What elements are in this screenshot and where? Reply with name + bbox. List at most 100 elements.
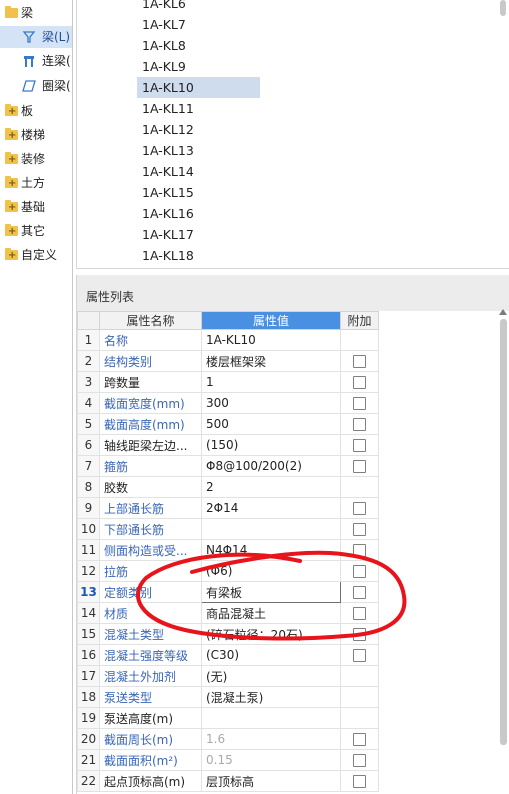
column-header-add[interactable]: 附加 (340, 311, 379, 330)
property-name: 混凝土外加剂 (99, 665, 202, 687)
add-checkbox[interactable] (353, 649, 366, 662)
property-value[interactable]: 2Φ14 (201, 497, 341, 519)
tree-item[interactable]: 装修 (0, 148, 73, 170)
property-row[interactable]: 4 截面宽度(mm) 300 (77, 392, 379, 414)
property-row[interactable]: 5 截面高度(mm) 500 (77, 413, 379, 435)
property-value[interactable]: (150) (201, 434, 341, 456)
property-value[interactable]: 1 (201, 371, 341, 393)
list-item[interactable]: 1A-KL11 (137, 98, 260, 119)
list-item[interactable]: 1A-KL15 (137, 182, 260, 203)
property-value[interactable]: 有梁板 (201, 581, 341, 603)
property-value[interactable]: 300 (201, 392, 341, 414)
list-item[interactable]: 1A-KL7 (137, 14, 260, 35)
list-item[interactable]: 1A-KL14 (137, 161, 260, 182)
property-row[interactable]: 2 结构类别 楼层框架梁 (77, 350, 379, 372)
add-checkbox[interactable] (353, 523, 366, 536)
add-checkbox[interactable] (353, 628, 366, 641)
property-value[interactable]: 层顶标高 (201, 770, 341, 792)
tree-item[interactable]: 梁(L) (0, 26, 73, 48)
property-row[interactable]: 7 箍筋 Φ8@100/200(2) (77, 455, 379, 477)
list-scrollbar[interactable] (500, 0, 506, 16)
property-row[interactable]: 11 侧面构造或受... N4Φ14 (77, 539, 379, 561)
property-row[interactable]: 19 泵送高度(m) (77, 707, 379, 729)
property-value[interactable]: 1A-KL10 (201, 329, 341, 351)
property-add-cell (340, 539, 379, 561)
property-row[interactable]: 12 拉筋 (Φ6) (77, 560, 379, 582)
add-checkbox[interactable] (353, 376, 366, 389)
property-value[interactable]: (Φ6) (201, 560, 341, 582)
property-row[interactable]: 18 泵送类型 (混凝土泵) (77, 686, 379, 708)
property-value[interactable] (201, 707, 341, 729)
row-number: 2 (77, 350, 100, 372)
property-value[interactable]: (碎石粒径：20石) (201, 623, 341, 645)
property-value[interactable] (201, 518, 341, 540)
property-row[interactable]: 1 名称 1A-KL10 (77, 329, 379, 351)
property-row[interactable]: 14 材质 商品混凝土 (77, 602, 379, 624)
tree-item[interactable]: 圈梁( (0, 75, 73, 97)
add-checkbox[interactable] (353, 754, 366, 767)
add-checkbox[interactable] (353, 439, 366, 452)
property-value[interactable]: Φ8@100/200(2) (201, 455, 341, 477)
add-checkbox[interactable] (353, 418, 366, 431)
property-value[interactable]: 2 (201, 476, 341, 498)
add-checkbox[interactable] (353, 607, 366, 620)
add-checkbox[interactable] (353, 502, 366, 515)
add-checkbox[interactable] (353, 565, 366, 578)
add-checkbox[interactable] (353, 544, 366, 557)
tree-item-label: 自定义 (21, 248, 58, 262)
add-checkbox[interactable] (353, 397, 366, 410)
property-value[interactable]: N4Φ14 (201, 539, 341, 561)
tree-item[interactable]: 板 (0, 100, 73, 122)
list-item[interactable]: 1A-KL9 (137, 56, 260, 77)
property-row[interactable]: 22 起点顶标高(m) 层顶标高 (77, 770, 379, 792)
property-row[interactable]: 9 上部通长筋 2Φ14 (77, 497, 379, 519)
property-value[interactable]: (无) (201, 665, 341, 687)
tree-item[interactable]: 梁 (0, 2, 73, 24)
list-item[interactable]: 1A-KL16 (137, 203, 260, 224)
add-checkbox[interactable] (353, 460, 366, 473)
property-value[interactable]: 1.6 (201, 728, 341, 750)
scroll-up-arrow-icon[interactable] (499, 309, 507, 315)
row-number: 6 (77, 434, 100, 456)
property-row[interactable]: 16 混凝土强度等级 (C30) (77, 644, 379, 666)
tree-item[interactable]: 楼梯 (0, 124, 73, 146)
property-row[interactable]: 20 截面周长(m) 1.6 (77, 728, 379, 750)
property-row[interactable]: 6 轴线距梁左边... (150) (77, 434, 379, 456)
property-row[interactable]: 13 定额类别 有梁板 (77, 581, 379, 603)
tree-item[interactable]: 自定义 (0, 244, 73, 266)
property-value[interactable]: 商品混凝土 (201, 602, 341, 624)
tree-item[interactable]: 连梁( (0, 50, 73, 72)
property-add-cell (340, 770, 379, 792)
list-item[interactable]: 1A-KL13 (137, 140, 260, 161)
property-row[interactable]: 21 截面面积(m²) 0.15 (77, 749, 379, 771)
tree-item[interactable]: 基础 (0, 196, 73, 218)
property-add-cell (340, 707, 379, 729)
property-row[interactable]: 10 下部通长筋 (77, 518, 379, 540)
property-value[interactable]: 楼层框架梁 (201, 350, 341, 372)
property-value[interactable]: 0.15 (201, 749, 341, 771)
column-header-name[interactable]: 属性名称 (99, 311, 202, 330)
add-checkbox[interactable] (353, 775, 366, 788)
property-row[interactable]: 3 跨数量 1 (77, 371, 379, 393)
add-checkbox[interactable] (353, 355, 366, 368)
list-item[interactable]: 1A-KL10 (137, 77, 260, 98)
property-row[interactable]: 8 胶数 2 (77, 476, 379, 498)
property-row[interactable]: 15 混凝土类型 (碎石粒径：20石) (77, 623, 379, 645)
list-item[interactable]: 1A-KL6 (137, 0, 260, 14)
column-header-value[interactable]: 属性值 (201, 311, 341, 330)
property-value[interactable]: 500 (201, 413, 341, 435)
list-item[interactable]: 1A-KL17 (137, 224, 260, 245)
add-checkbox[interactable] (353, 586, 366, 599)
tree-item[interactable]: 土方 (0, 172, 73, 194)
add-checkbox[interactable] (353, 733, 366, 746)
tree-item[interactable]: 其它 (0, 220, 73, 242)
list-item[interactable]: 1A-KL18 (137, 245, 260, 266)
property-value[interactable]: (混凝土泵) (201, 686, 341, 708)
property-name: 截面周长(m) (99, 728, 202, 750)
property-value[interactable]: (C30) (201, 644, 341, 666)
list-item[interactable]: 1A-KL12 (137, 119, 260, 140)
list-item[interactable]: 1A-KL8 (137, 35, 260, 56)
folder-icon (5, 125, 18, 146)
property-scrollbar[interactable] (500, 319, 507, 745)
property-row[interactable]: 17 混凝土外加剂 (无) (77, 665, 379, 687)
